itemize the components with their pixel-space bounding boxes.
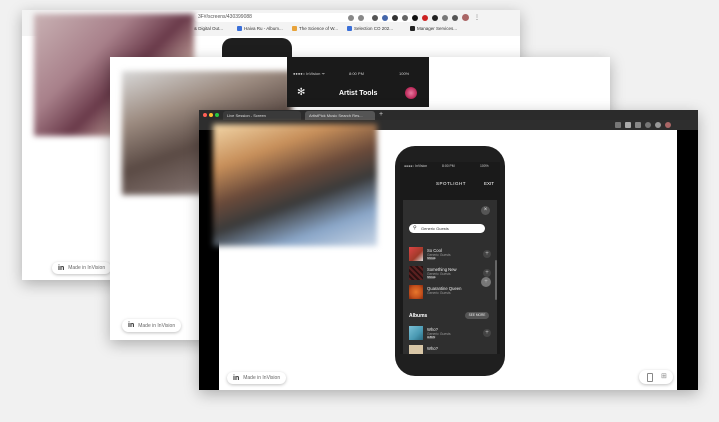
add-button[interactable]: +: [483, 269, 491, 277]
bookmark[interactable]: & Digital Out...: [194, 26, 223, 31]
bookmark-icon: [410, 26, 415, 31]
extension-icon[interactable]: [422, 15, 428, 21]
battery-label: 100%: [480, 164, 489, 168]
list-item[interactable]: Who? Generic Guests ALBUM +: [409, 324, 491, 342]
new-tab-icon[interactable]: +: [379, 111, 383, 118]
battery-label: 100%: [399, 71, 410, 76]
extension-icon[interactable]: [625, 122, 631, 128]
avatar[interactable]: [665, 122, 671, 128]
invision-logo: in: [58, 264, 65, 272]
list-item[interactable]: So Cool Generic Guests SINGLE +: [409, 245, 491, 263]
list-item[interactable]: Who?: [409, 343, 491, 354]
phone-screen: ●●●●○ InVision 8:00 PM 100% SPOTLIGHT EX…: [400, 162, 500, 354]
track-artist: Generic Guests: [427, 291, 451, 295]
add-button[interactable]: +: [483, 250, 491, 258]
albums-heading: Albums: [409, 313, 428, 319]
tab-live-session[interactable]: Live Session - Screen: [223, 111, 301, 120]
extension-icon[interactable]: [402, 15, 408, 21]
tab-bar: Live Session - Screen ArtistPick Music S…: [199, 110, 698, 120]
phone-icon[interactable]: [647, 373, 653, 382]
phone-mockup-top: [222, 38, 292, 58]
tab-music-search[interactable]: ArtistPick Music Search Res...: [305, 111, 375, 120]
header-title: Artist Tools: [339, 90, 378, 97]
close-window-dot[interactable]: [203, 113, 207, 117]
close-icon[interactable]: ×: [481, 206, 490, 215]
track-artwork: [409, 266, 423, 280]
release-type-badge: ALBUM: [427, 336, 436, 339]
bookmark[interactable]: Manager Services...: [417, 26, 457, 31]
bookmark-icon: [347, 26, 352, 31]
carrier-label: ●●●●○ InVision: [404, 164, 428, 168]
bookmark[interactable]: Haiva Ru - Album...: [244, 26, 283, 31]
bookmark[interactable]: The Science of W...: [299, 26, 338, 31]
extension-icon[interactable]: [382, 15, 388, 21]
invision-logo: in: [233, 374, 240, 382]
spotlight-label: SPOTLIGHT: [436, 181, 467, 186]
extension-icon[interactable]: [442, 15, 448, 21]
album-artwork: [409, 345, 423, 354]
list-item[interactable]: Something New Generic Guests SINGLE +: [409, 264, 491, 282]
status-bar: ●●●●○ InVision 8:00 PM 100%: [400, 164, 500, 170]
bookmark-icon: [237, 26, 242, 31]
extension-icon[interactable]: [615, 122, 621, 128]
extension-icon[interactable]: [645, 122, 651, 128]
album-title: Who?: [427, 346, 438, 351]
release-type-badge: SINGLE: [427, 276, 436, 279]
made-in-invision-label: Made in InVision: [138, 322, 176, 329]
search-value: Generic Guests: [421, 226, 449, 231]
device-toggle[interactable]: ⊞: [639, 370, 673, 384]
menu-icon[interactable]: ⋮: [474, 14, 480, 21]
extension-icon[interactable]: [432, 15, 438, 21]
front-window: Live Session - Screen ArtistPick Music S…: [199, 110, 698, 390]
album-artwork: [409, 326, 423, 340]
made-in-invision-label: Made in InVision: [243, 375, 281, 381]
release-type-badge: SINGLE: [427, 257, 436, 260]
status-bar: ●●●●○ InVision ᯤ 8:00 PM 100%: [287, 71, 429, 77]
see-more-button[interactable]: SEE MORE: [465, 312, 489, 319]
avatar[interactable]: [462, 14, 469, 21]
phone-mockup-top: ●●●●○ InVision ᯤ 8:00 PM 100% ✻ Artist T…: [287, 57, 429, 107]
bookmark[interactable]: Selection CO 202...: [354, 26, 393, 31]
extension-icon[interactable]: [392, 15, 398, 21]
bookmark-icon: [292, 26, 297, 31]
search-icon: ⚲: [413, 225, 417, 231]
add-button[interactable]: +: [483, 329, 491, 337]
gear-icon[interactable]: ✻: [297, 87, 305, 98]
exit-button[interactable]: EXIT: [484, 181, 494, 186]
grid-icon[interactable]: ⊞: [661, 373, 667, 380]
list-item[interactable]: Quarantine Queen Generic Guests +: [409, 277, 491, 301]
search-overlay: × ⚲ Generic Guests So Cool Generic Guest…: [403, 200, 497, 354]
toolbar-icons: ⋮: [348, 14, 518, 22]
extension-icon[interactable]: [412, 15, 418, 21]
made-in-invision-badge[interactable]: in Made in InVision: [122, 319, 182, 332]
track-artwork: [409, 247, 423, 261]
desktop-background: { "back_window": { "url": "3F#/screens/4…: [0, 0, 719, 422]
scrollbar[interactable]: [495, 260, 497, 300]
phone-mockup: ●●●●○ InVision 8:00 PM 100% SPOTLIGHT EX…: [395, 146, 505, 376]
bookmarks-bar: & Digital Out... Haiva Ru - Album... The…: [194, 25, 520, 34]
star-icon[interactable]: [358, 15, 364, 21]
webcam-video: [213, 124, 377, 246]
extension-icon[interactable]: [635, 122, 641, 128]
maximize-window-dot[interactable]: [215, 113, 219, 117]
carrier-label: ●●●●○ InVision ᯤ: [293, 71, 326, 76]
time-label: 8:00 PM: [349, 71, 364, 76]
search-icon[interactable]: [348, 15, 354, 21]
extension-icon[interactable]: [655, 122, 661, 128]
time-label: 8:00 PM: [442, 164, 455, 168]
add-button[interactable]: +: [481, 277, 491, 287]
extension-icon[interactable]: [452, 15, 458, 21]
made-in-invision-label: Made in InVision: [68, 265, 106, 271]
minimize-window-dot[interactable]: [209, 113, 213, 117]
track-artwork: [409, 285, 423, 299]
extension-icon[interactable]: [372, 15, 378, 21]
avatar[interactable]: [405, 87, 417, 99]
made-in-invision-badge[interactable]: in Made in InVision: [227, 372, 287, 384]
search-input[interactable]: ⚲ Generic Guests: [409, 224, 485, 233]
made-in-invision-badge[interactable]: in Made in InVision: [52, 262, 112, 274]
invision-logo: in: [128, 322, 135, 329]
